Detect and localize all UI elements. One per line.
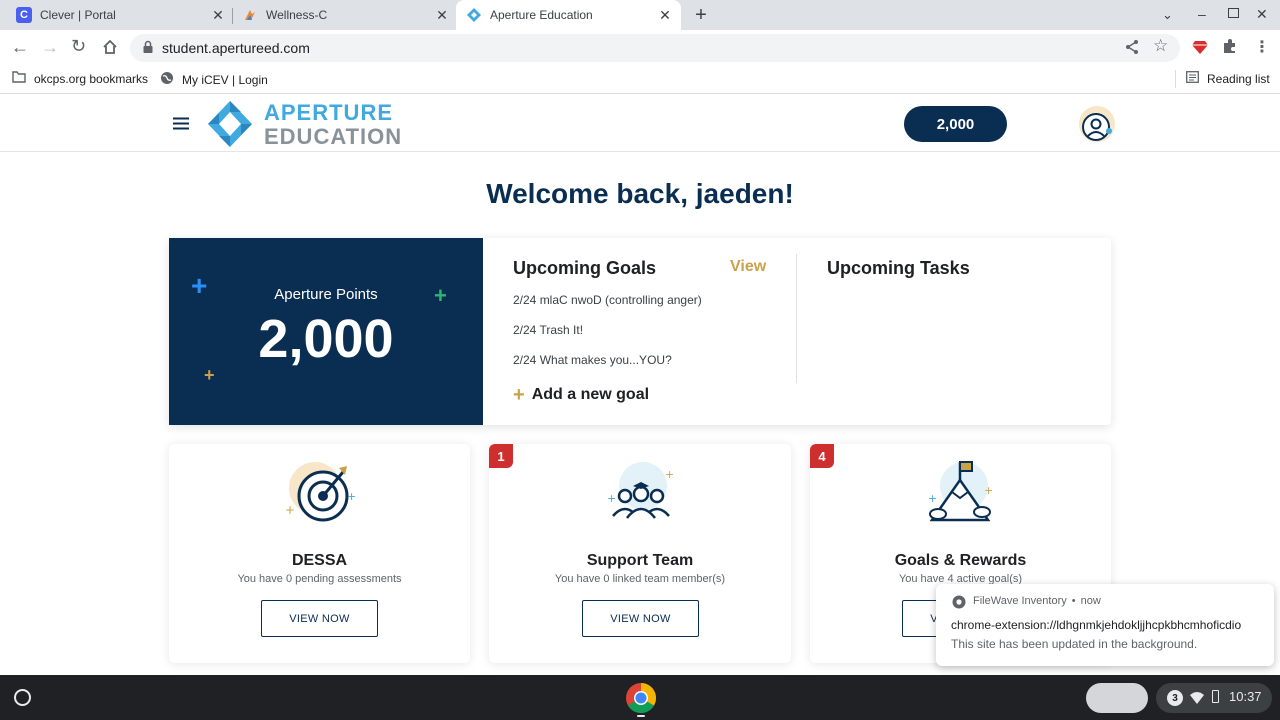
card-title: Goals & Rewards [894, 552, 1027, 569]
chrome-app-icon[interactable] [625, 682, 657, 719]
notification-count-badge: 3 [1167, 690, 1183, 706]
tab-clever[interactable]: C Clever | Portal [16, 0, 216, 30]
wellness-icon [242, 7, 258, 23]
upcoming-tasks-title: Upcoming Tasks [827, 258, 970, 278]
extensions-puzzle-icon[interactable] [1222, 38, 1238, 59]
extension-ruby-icon[interactable] [1192, 40, 1208, 59]
tab-aperture-content[interactable]: Aperture Education [466, 0, 646, 30]
dessa-card: + + DESSA You have 0 pending assessments… [169, 444, 470, 663]
minimize-icon[interactable]: – [1198, 6, 1206, 22]
home-icon[interactable] [101, 38, 119, 61]
wifi-icon [1190, 691, 1204, 709]
bookmark-label: My iCEV | Login [182, 72, 268, 87]
add-goal-label: Add a new goal [531, 386, 650, 403]
divider [796, 254, 797, 383]
holding-space-tray[interactable] [1086, 683, 1148, 713]
notification-source: FileWave Inventory [973, 595, 1067, 607]
url-text[interactable]: student.apertureed.com [162, 40, 310, 56]
new-tab-button[interactable]: + [692, 4, 710, 27]
tab-separator [232, 8, 233, 24]
running-indicator [637, 715, 645, 717]
folder-icon [12, 71, 26, 86]
card-title: DESSA [291, 552, 348, 569]
svg-text:+: + [285, 503, 295, 517]
system-notification[interactable]: FileWave Inventory • now chrome-extensio… [936, 584, 1274, 666]
goal-item[interactable]: 2/24 What makes you...YOU? [513, 353, 672, 367]
plus-icon: + [513, 384, 525, 406]
reading-list-button[interactable]: Reading list [1186, 71, 1270, 86]
close-tab-icon[interactable]: ✕ [210, 6, 226, 24]
card-title: Support Team [586, 552, 694, 569]
notification-badge: 1 [489, 444, 513, 468]
svg-text:+: + [928, 492, 937, 505]
team-icon: + + [605, 458, 677, 529]
tab-title: Wellness-C [266, 8, 328, 22]
battery-icon [1212, 690, 1219, 703]
tab-title: Aperture Education [490, 8, 593, 22]
tab-title: Clever | Portal [40, 8, 116, 22]
notification-badge: 4 [810, 444, 834, 468]
svg-text:+: + [984, 484, 993, 497]
mountain-flag-icon: + + [924, 458, 996, 529]
tab-search-icon[interactable]: ⌄ [1162, 7, 1173, 23]
clever-icon: C [16, 7, 32, 23]
reload-icon[interactable]: ↻ [71, 36, 86, 57]
points-value: 2,000 [258, 309, 394, 369]
reading-list-icon [1186, 71, 1199, 86]
add-goal-button[interactable]: + Add a new goal [513, 385, 649, 405]
svg-text:+: + [607, 492, 616, 505]
bookmark-divider [1175, 70, 1176, 88]
support-team-card: 1 + + Support Team You have 0 linked tea… [489, 444, 791, 663]
launcher-icon[interactable] [14, 689, 31, 706]
svg-text:+: + [665, 468, 674, 481]
hamburger-menu-icon[interactable] [173, 117, 189, 135]
tab-wellness[interactable]: Wellness-C [242, 0, 442, 30]
dessa-view-now-button[interactable]: VIEW NOW [261, 600, 378, 637]
goal-item[interactable]: 2/24 Trash It! [513, 323, 583, 337]
bookmark-label: okcps.org bookmarks [34, 71, 149, 86]
back-icon[interactable]: ← [11, 37, 29, 58]
logo-text-aperture: APERTURE [264, 100, 394, 125]
reading-list-label: Reading list [1207, 71, 1270, 86]
menu-kebab-icon[interactable]: ⋮ [1254, 37, 1270, 57]
clock: 10:37 [1229, 689, 1262, 704]
upcoming-goals-title: Upcoming Goals [513, 258, 657, 278]
goal-item[interactable]: 2/24 mlaC nwoD (controlling anger) [513, 293, 702, 307]
notification-time: now [1080, 595, 1101, 607]
notification-body: This site has been updated in the backgr… [951, 637, 1198, 651]
notification-header: FileWave Inventory • now [973, 595, 1101, 607]
bookmark-star-icon[interactable]: ☆ [1153, 36, 1168, 56]
close-window-icon[interactable]: ✕ [1256, 6, 1268, 23]
points-label: Aperture Points [274, 286, 378, 303]
lock-icon[interactable] [142, 40, 154, 59]
target-icon: + + [285, 458, 357, 529]
logo-text-education: EDUCATION [264, 124, 403, 149]
aperture-logo-icon[interactable] [205, 100, 255, 153]
notification-title: chrome-extension://ldhgnmkjehdokljjhcpkb… [951, 618, 1242, 632]
notification-dot: • [1071, 595, 1076, 607]
card-subtitle: You have 0 linked team member(s) [554, 573, 726, 585]
share-icon[interactable] [1124, 39, 1140, 60]
bookmark-icev[interactable]: My iCEV | Login [160, 71, 268, 88]
points-pill[interactable]: 2,000 [904, 106, 1007, 142]
globe-icon [160, 71, 174, 88]
card-subtitle: You have 0 pending assessments [237, 573, 402, 585]
aperture-favicon-icon [466, 7, 482, 23]
close-tab-icon[interactable]: ✕ [434, 6, 450, 24]
chrome-small-icon [952, 595, 966, 614]
close-tab-icon[interactable]: ✕ [657, 6, 673, 24]
welcome-heading: Welcome back, jaeden! [486, 178, 794, 209]
view-goals-link[interactable]: View [730, 258, 766, 276]
bookmark-okcps[interactable]: okcps.org bookmarks [12, 71, 148, 86]
svg-text:+: + [347, 490, 356, 503]
avatar-icon[interactable] [1078, 105, 1116, 148]
support-team-view-now-button[interactable]: VIEW NOW [582, 600, 699, 637]
maximize-icon[interactable] [1228, 8, 1239, 18]
forward-icon[interactable]: → [41, 37, 59, 58]
